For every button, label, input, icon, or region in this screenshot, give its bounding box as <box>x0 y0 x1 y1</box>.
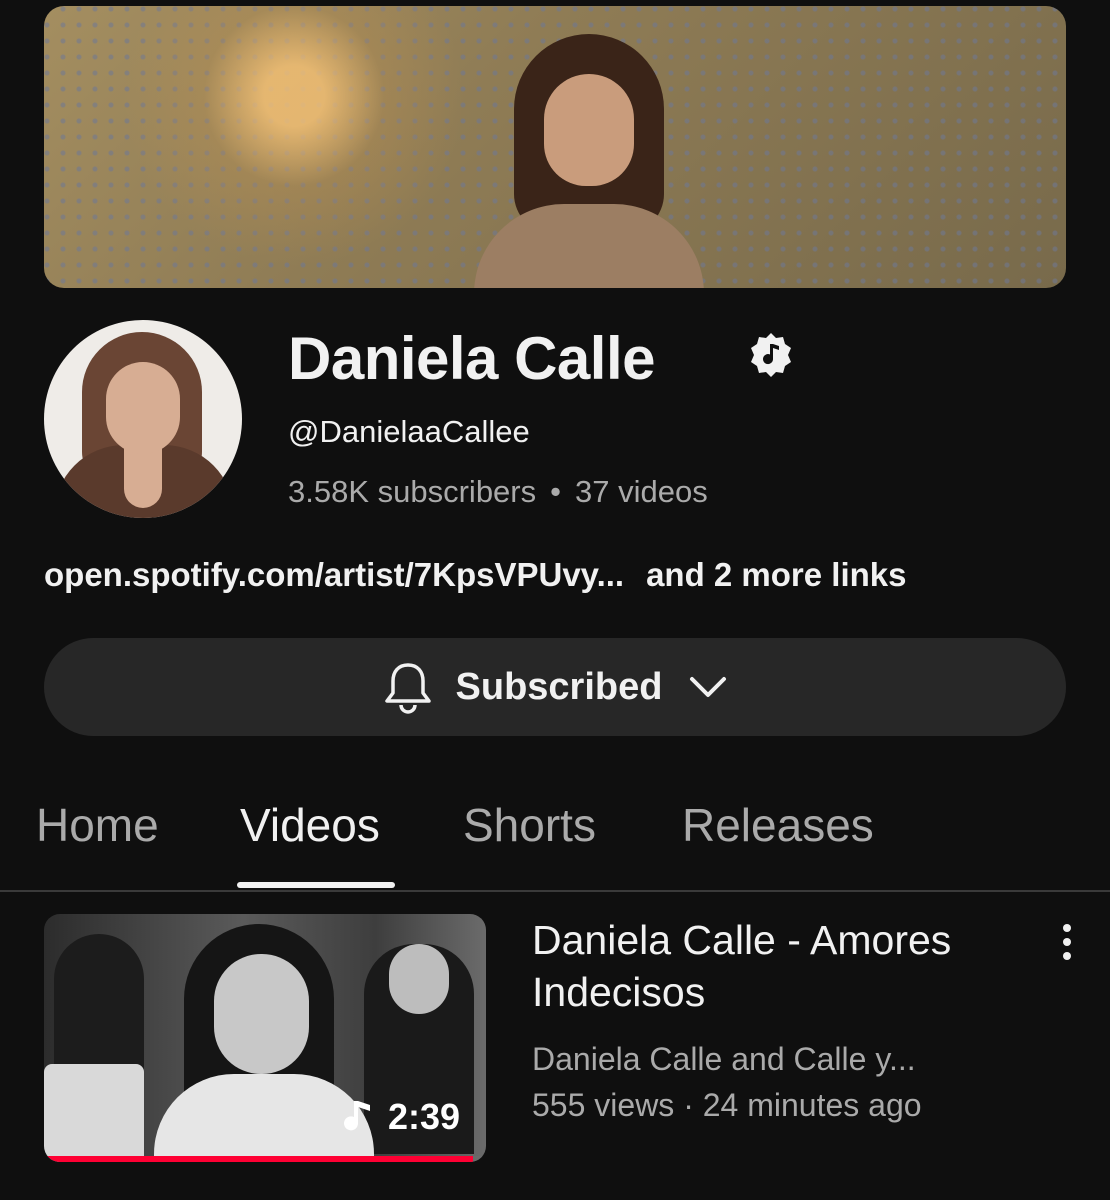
tab-videos[interactable]: Videos <box>240 798 380 852</box>
channel-avatar[interactable] <box>44 320 242 518</box>
music-note-icon <box>343 1101 370 1131</box>
channel-header: Daniela Calle @DanielaaCallee 3.58K subs… <box>44 320 1066 520</box>
spotify-link[interactable]: open.spotify.com/artist/7KpsVPUvy... <box>44 556 624 593</box>
video-channel-name: Daniela Calle and Calle y... <box>532 1041 916 1077</box>
channel-tabs: Home Videos Shorts Releases <box>0 790 1110 892</box>
channel-name: Daniela Calle <box>288 325 656 392</box>
verified-music-badge-icon <box>751 333 791 377</box>
subscribed-button[interactable]: Subscribed <box>44 638 1066 736</box>
watch-progress-track <box>44 1156 486 1162</box>
video-metadata: Daniela Calle and Calle y... 555 views ·… <box>532 1036 922 1128</box>
chevron-down-icon <box>690 677 727 697</box>
video-views-and-age: 555 views · 24 minutes ago <box>532 1087 922 1123</box>
more-links-link[interactable]: and 2 more links <box>646 556 906 593</box>
active-tab-indicator <box>237 882 395 888</box>
video-list-item[interactable]: 2:39 Daniela Calle - Amores Indecisos Da… <box>44 914 1074 1164</box>
tab-home[interactable]: Home <box>36 798 159 852</box>
channel-handle: @DanielaaCallee <box>288 414 530 449</box>
bell-icon <box>384 663 431 714</box>
channel-links: open.spotify.com/artist/7KpsVPUvy... and … <box>44 556 907 594</box>
tab-shorts[interactable]: Shorts <box>463 798 596 852</box>
subscribed-label: Subscribed <box>455 665 663 708</box>
video-thumbnail[interactable]: 2:39 <box>44 914 486 1162</box>
video-duration: 2:39 <box>387 1096 460 1137</box>
video-duration-badge: 2:39 <box>343 1096 460 1138</box>
more-options-icon[interactable] <box>1052 922 1082 962</box>
tab-releases[interactable]: Releases <box>682 798 874 852</box>
watch-progress-fill <box>44 1156 473 1162</box>
video-title[interactable]: Daniela Calle - Amores Indecisos <box>532 914 972 1018</box>
subscriber-count: 3.58K subscribers <box>288 474 537 509</box>
channel-stats: 3.58K subscribers • 37 videos <box>288 474 708 510</box>
stats-separator: • <box>550 474 561 509</box>
banner-photo-subject <box>474 34 704 288</box>
video-count: 37 videos <box>574 474 708 509</box>
channel-banner <box>44 6 1066 288</box>
